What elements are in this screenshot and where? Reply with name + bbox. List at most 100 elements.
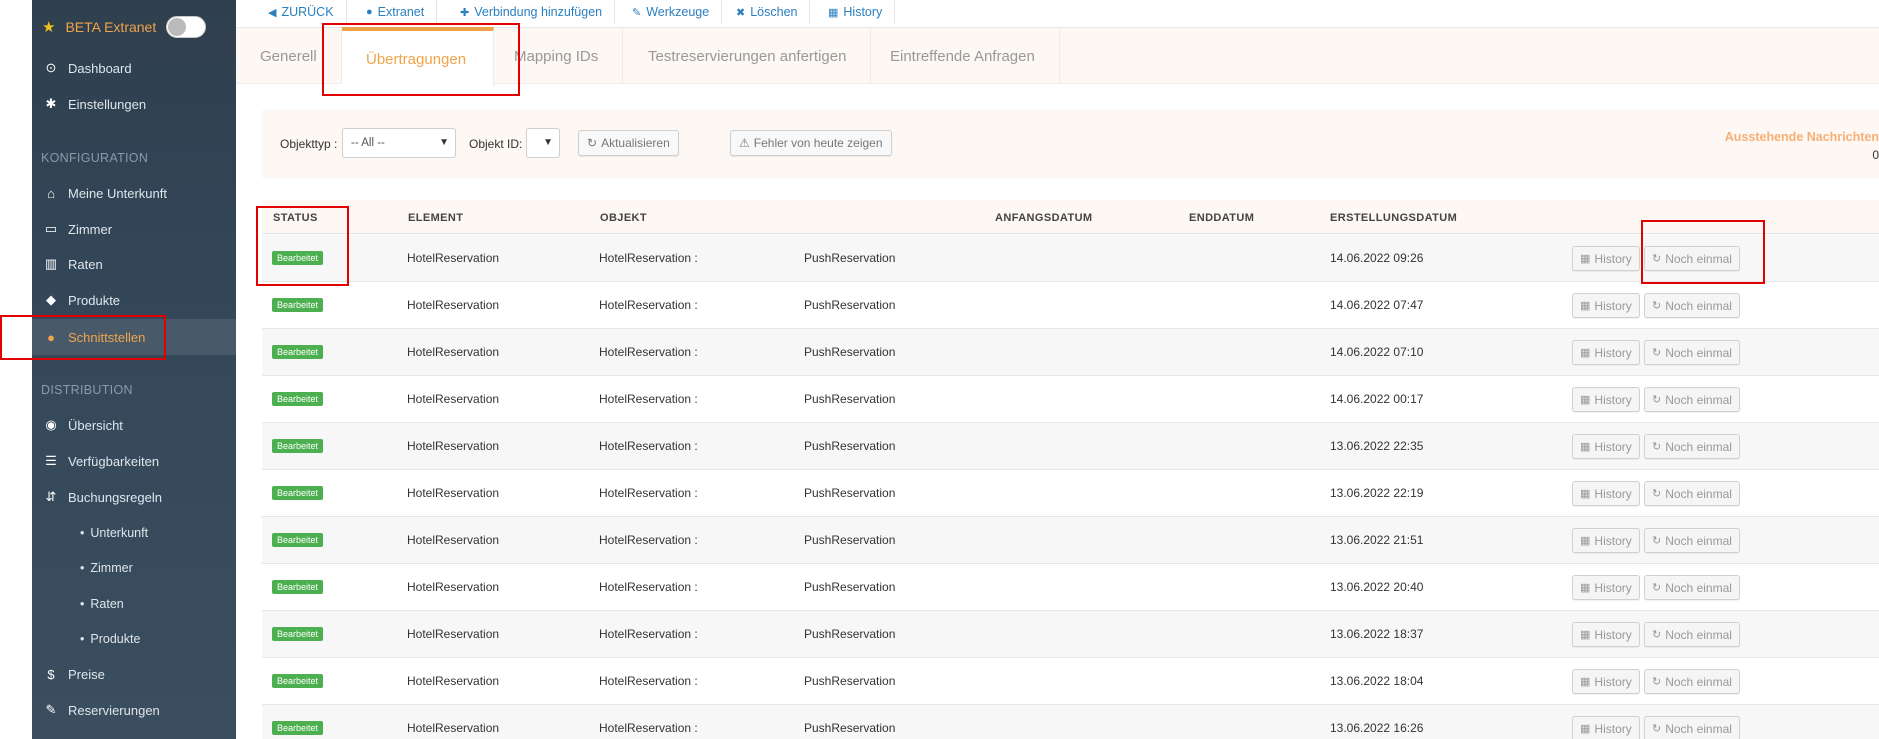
column-header-anfangsdatum: ANFANGSDATUM (995, 212, 1093, 224)
pin-icon: ✎ (45, 702, 57, 717)
row-retry-button[interactable]: ↻ Noch einmal (1644, 528, 1740, 553)
sidebar-item-reservierungen[interactable]: ✎ Reservierungen (32, 692, 236, 728)
row-retry-button[interactable]: ↻ Noch einmal (1644, 246, 1740, 271)
type-cell: PushReservation (804, 580, 896, 594)
row-history-button[interactable]: ▦ History (1572, 246, 1640, 271)
row-retry-button[interactable]: ↻ Noch einmal (1644, 716, 1740, 739)
row-history-button[interactable]: ▦ History (1572, 434, 1640, 459)
history-button[interactable]: ▦ History (816, 0, 896, 24)
row-retry-button[interactable]: ↻ Noch einmal (1644, 434, 1740, 459)
close-icon: ✖ (736, 6, 746, 19)
objekt-id-select[interactable]: ▼ (526, 128, 560, 158)
row-history-label: History (1594, 533, 1632, 548)
tab-generell[interactable]: Generell (236, 28, 342, 84)
sidebar-item-produkte[interactable]: ◆ Produkte (32, 282, 236, 318)
tab-uebertragungen[interactable]: Übertragungen (342, 27, 494, 87)
row-retry-button[interactable]: ↻ Noch einmal (1644, 387, 1740, 412)
bullet-icon: • (80, 632, 85, 646)
type-cell: PushReservation (804, 486, 896, 500)
sidebar-subitem-zimmer[interactable]: • Zimmer (80, 553, 133, 583)
sidebar-item-label: Schnittstellen (68, 329, 146, 345)
back-button[interactable]: ◀ ZURÜCK (256, 0, 347, 24)
objekt-cell: HotelReservation : (599, 251, 698, 265)
tools-button[interactable]: ✎ Werkzeuge (620, 0, 723, 24)
calendar-icon: ▦ (1580, 253, 1591, 265)
row-history-button[interactable]: ▦ History (1572, 716, 1640, 739)
row-history-button[interactable]: ▦ History (1572, 669, 1640, 694)
created-date-cell: 14.06.2022 07:10 (1330, 345, 1424, 359)
row-retry-button[interactable]: ↻ Noch einmal (1644, 340, 1740, 365)
table-row: Bearbeitet HotelReservation HotelReservati… (262, 235, 1879, 282)
gear-icon: ✱ (45, 96, 57, 111)
row-retry-button[interactable]: ↻ Noch einmal (1644, 293, 1740, 318)
sidebar-subitem-raten[interactable]: • Raten (80, 589, 124, 619)
row-retry-button[interactable]: ↻ Noch einmal (1644, 481, 1740, 506)
sidebar-item-buchungsregeln[interactable]: ⇵ Buchungsregeln (32, 479, 236, 515)
row-retry-button[interactable]: ↻ Noch einmal (1644, 669, 1740, 694)
sidebar-subitem-label: Raten (90, 597, 124, 611)
table-header: STATUS ELEMENT OBJEKT ANFANGSDATUM ENDDA… (262, 200, 1879, 234)
sidebar-item-label: Buchungsregeln (68, 489, 162, 505)
created-date-cell: 13.06.2022 22:35 (1330, 439, 1424, 453)
calendar-icon: ▦ (828, 6, 839, 19)
sidebar-subitem-produkte[interactable]: • Produkte (80, 624, 140, 654)
sidebar-item-label: Preise (68, 666, 105, 682)
element-cell: HotelReservation (407, 580, 500, 594)
row-retry-button[interactable]: ↻ Noch einmal (1644, 622, 1740, 647)
created-date-cell: 14.06.2022 07:47 (1330, 298, 1424, 312)
tab-eintreffende-anfragen[interactable]: Eintreffende Anfragen (866, 28, 1060, 84)
row-retry-button[interactable]: ↻ Noch einmal (1644, 575, 1740, 600)
calendar-icon: ▦ (1580, 488, 1591, 500)
sidebar-item-einstellungen[interactable]: ✱ Einstellungen (32, 86, 236, 122)
row-history-button[interactable]: ▦ History (1572, 528, 1640, 553)
errors-today-button[interactable]: ⚠ Fehler von heute zeigen (730, 130, 892, 156)
row-history-button[interactable]: ▦ History (1572, 387, 1640, 412)
row-history-button[interactable]: ▦ History (1572, 340, 1640, 365)
row-history-button[interactable]: ▦ History (1572, 575, 1640, 600)
beta-extranet-toggle[interactable] (166, 16, 207, 38)
row-retry-label: Noch einmal (1665, 298, 1732, 313)
refresh-icon: ↻ (1652, 394, 1662, 406)
column-header-element: ELEMENT (408, 212, 464, 224)
objekt-cell: HotelReservation : (599, 298, 698, 312)
section-header-konfiguration: KONFIGURATION (41, 151, 149, 165)
tab-testreservierungen[interactable]: Testreservierungen anfertigen (624, 28, 872, 84)
objekt-cell: HotelReservation : (599, 674, 698, 688)
sidebar-item-preise[interactable]: $ Preise (32, 656, 236, 692)
bullet-icon: • (80, 561, 85, 575)
row-history-button[interactable]: ▦ History (1572, 481, 1640, 506)
row-history-label: History (1594, 486, 1632, 501)
sidebar-subitem-unterkunft[interactable]: • Unterkunft (80, 518, 148, 548)
refresh-icon: ↻ (587, 136, 598, 150)
extranet-button[interactable]: ● Extranet (354, 0, 438, 24)
element-cell: HotelReservation (407, 627, 500, 641)
row-history-button[interactable]: ▦ History (1572, 622, 1640, 647)
sidebar-item-meine-unterkunft[interactable]: ⌂ Meine Unterkunft (32, 175, 236, 211)
sidebar-subitem-label: Zimmer (90, 561, 133, 575)
created-date-cell: 14.06.2022 09:26 (1330, 251, 1424, 265)
sidebar-item-label: Produkte (68, 292, 121, 308)
section-header-distribution: DISTRIBUTION (41, 383, 133, 397)
tab-mapping-ids[interactable]: Mapping IDs (494, 28, 624, 84)
add-connection-label: Verbindung hinzufügen (474, 5, 603, 19)
add-connection-button[interactable]: ✚ Verbindung hinzufügen (448, 0, 616, 24)
sidebar-item-uebersicht[interactable]: ◉ Übersicht (32, 407, 236, 443)
pending-messages-title: Ausstehende Nachrichten (1724, 130, 1879, 144)
beta-extranet-label: BETA Extranet (65, 19, 157, 35)
sidebar-item-dashboard[interactable]: ⊙ Dashboard (32, 50, 236, 86)
status-badge: Bearbeitet (272, 345, 324, 359)
row-history-button[interactable]: ▦ History (1572, 293, 1640, 318)
bed-icon: ▭ (44, 221, 58, 236)
sidebar-item-zimmer[interactable]: ▭ Zimmer (32, 211, 236, 247)
sidebar-item-verfuegbarkeiten[interactable]: ☰ Verfügbarkeiten (32, 443, 236, 479)
delete-button[interactable]: ✖ Löschen (724, 0, 811, 24)
objekttyp-select[interactable]: -- All -- ▼ (342, 128, 456, 158)
sidebar-item-schnittstellen[interactable]: ● Schnittstellen (32, 319, 236, 355)
element-cell: HotelReservation (407, 486, 500, 500)
objekt-cell: HotelReservation : (599, 627, 698, 641)
sidebar-item-raten[interactable]: ▥ Raten (32, 246, 236, 282)
element-cell: HotelReservation (407, 392, 500, 406)
refresh-button[interactable]: ↻ Aktualisieren (578, 130, 679, 156)
calendar-icon: ▦ (1580, 441, 1591, 453)
refresh-icon: ↻ (1652, 347, 1662, 359)
